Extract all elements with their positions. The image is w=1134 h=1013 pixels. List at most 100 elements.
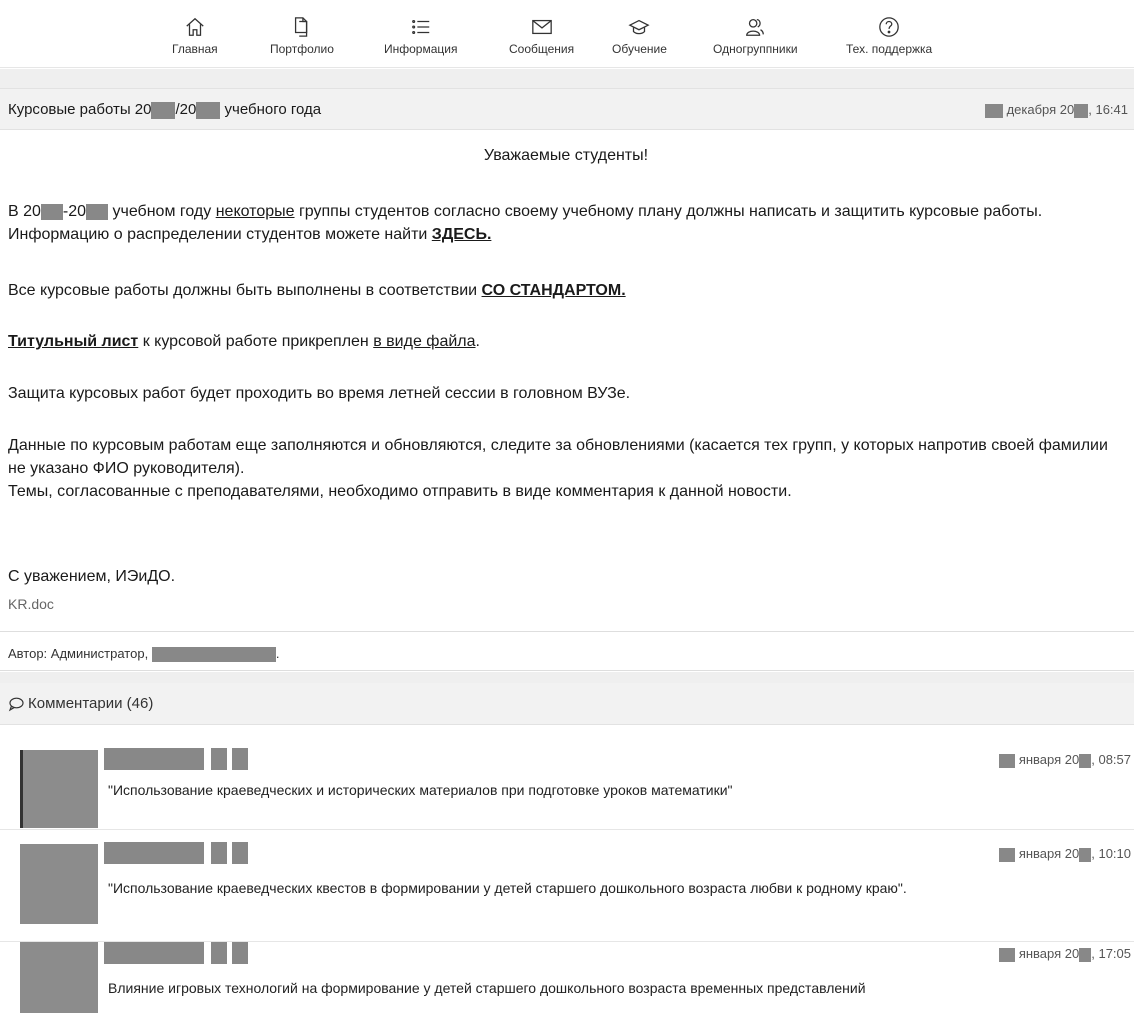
redacted-block — [211, 748, 228, 770]
documents-icon — [294, 17, 308, 37]
commenter-name[interactable] — [104, 748, 248, 770]
list-item: января 20 , 08:57 "Использование краеведч… — [0, 742, 1134, 830]
comment-date: января 20 , 17:05 — [999, 946, 1131, 962]
avatar[interactable] — [20, 750, 98, 828]
file-link[interactable]: в виде файла — [373, 333, 475, 350]
standard-link[interactable]: СО СТАНДАРТОМ. — [482, 282, 626, 299]
nav-support[interactable]: Тех. поддержка — [846, 16, 932, 56]
text: В 20 — [8, 203, 41, 220]
comment-text: "Использование краеведческих и историчес… — [108, 782, 733, 798]
comment-date: января 20 , 10:10 — [999, 846, 1131, 862]
attachment-link[interactable]: KR.doc — [8, 596, 54, 612]
redacted-block — [999, 947, 1016, 962]
home-icon — [186, 17, 204, 36]
nav-home-label: Главная — [172, 42, 218, 56]
comment-date-text: января 20 — [1018, 752, 1080, 767]
redacted-block — [999, 847, 1016, 862]
comments-header[interactable]: Комментарии (46) — [0, 683, 1134, 725]
author-text: Автор: Администратор, . — [8, 646, 280, 663]
paragraph-2: Все курсовые работы должны быть выполнен… — [8, 279, 626, 302]
author-label: Автор: Администратор, — [8, 646, 152, 661]
paragraph-1: В 20 -20 учебном году некоторые группы ст… — [8, 200, 1124, 246]
news-date-text: декабря 20 — [1006, 102, 1075, 117]
paragraph-3: Титульный лист к курсовой работе прикреп… — [8, 330, 480, 353]
here-link[interactable]: ЗДЕСЬ. — [432, 226, 492, 243]
nav-messages-label: Сообщения — [509, 42, 575, 56]
news-date: декабря 20 , 16:41 — [984, 102, 1128, 118]
top-navigation: Главная Портфолио Информация Сообщения О… — [0, 0, 1134, 68]
nav-messages[interactable]: Сообщения — [509, 16, 574, 56]
redacted-block — [40, 203, 63, 220]
nav-home[interactable]: Главная — [172, 16, 218, 56]
some-groups-link[interactable]: некоторые — [216, 203, 295, 220]
redacted-block — [211, 942, 228, 964]
commenter-name[interactable] — [104, 942, 248, 964]
text: к курсовой работе прикреплен — [138, 333, 374, 350]
text: учебном году — [108, 203, 216, 220]
text: Все курсовые работы должны быть выполнен… — [8, 282, 482, 299]
redacted-block — [1074, 103, 1089, 118]
help-icon — [879, 17, 899, 37]
text: . — [275, 646, 280, 661]
graduation-cap-icon — [628, 19, 651, 35]
news-title-text: /20 — [175, 101, 197, 118]
news-title: Курсовые работы 20/20 учебного года — [8, 101, 321, 119]
news-header: Курсовые работы 20/20 учебного года дека… — [0, 88, 1134, 130]
title-page-link[interactable]: Титульный лист — [8, 333, 138, 350]
paragraph-4: Защита курсовых работ будет проходить во… — [8, 385, 631, 402]
envelope-icon — [531, 19, 552, 35]
list-item: января 20 , 17:05 Влияние игровых техноло… — [0, 942, 1134, 1013]
news-title-text: Курсовые работы 20 — [8, 101, 152, 118]
nav-portfolio-label: Портфолио — [270, 42, 334, 56]
avatar[interactable] — [20, 844, 98, 924]
nav-portfolio[interactable]: Портфолио — [270, 16, 334, 56]
nav-learning-label: Обучение — [612, 42, 667, 56]
redacted-block — [1079, 947, 1092, 962]
users-icon — [746, 19, 765, 36]
list-icon — [411, 19, 429, 35]
text: . — [475, 333, 480, 350]
spacer — [0, 69, 1134, 88]
nav-support-label: Тех. поддержка — [846, 42, 933, 56]
redacted-block — [1079, 847, 1092, 862]
nav-classmates[interactable]: Одногруппники — [713, 16, 798, 56]
redacted-block — [86, 203, 109, 220]
comment-time: , 10:10 — [1091, 846, 1131, 861]
comment-time: , 08:57 — [1091, 752, 1131, 767]
greeting: Уважаемые студенты! — [483, 147, 649, 164]
nav-learning[interactable]: Обучение — [612, 16, 667, 56]
nav-information-label: Информация — [384, 42, 458, 56]
comment-time: , 17:05 — [1091, 946, 1131, 961]
comment-date-text: января 20 — [1018, 846, 1080, 861]
author-row: Автор: Администратор, . — [0, 631, 1134, 671]
comments-title: Комментарии (46) — [28, 695, 154, 712]
spacer — [0, 672, 1134, 683]
comment-date: января 20 , 08:57 — [999, 752, 1131, 768]
redacted-block — [104, 748, 204, 770]
paragraph-5: Данные по курсовым работам еще заполняют… — [8, 437, 1108, 477]
text: -20 — [62, 203, 87, 220]
redacted-block — [231, 942, 248, 964]
signature: С уважением, ИЭиДО. — [8, 568, 176, 585]
redacted-block — [104, 842, 204, 864]
redacted-block — [231, 842, 248, 864]
redacted-block — [104, 942, 204, 964]
paragraph-6: Темы, согласованные с преподавателями, н… — [8, 483, 792, 500]
comment-date-text: января 20 — [1018, 946, 1080, 961]
avatar[interactable] — [20, 942, 98, 1013]
spacer — [0, 620, 1134, 631]
list-item: января 20 , 10:10 "Использование краеведч… — [0, 830, 1134, 942]
redacted-block — [211, 842, 228, 864]
comment-text: "Использование краеведческих квестов в ф… — [108, 880, 907, 896]
redacted-block — [231, 748, 248, 770]
speech-bubble-icon — [8, 697, 24, 712]
nav-information[interactable]: Информация — [384, 16, 457, 56]
commenter-name[interactable] — [104, 842, 248, 864]
redacted-block — [999, 753, 1016, 768]
redacted-block — [984, 103, 1003, 118]
comment-text: Влияние игровых технологий на формирован… — [108, 980, 866, 996]
news-time: , 16:41 — [1088, 102, 1128, 117]
redacted-block — [151, 647, 276, 663]
redacted-block — [151, 101, 176, 119]
redacted-block — [196, 101, 221, 119]
